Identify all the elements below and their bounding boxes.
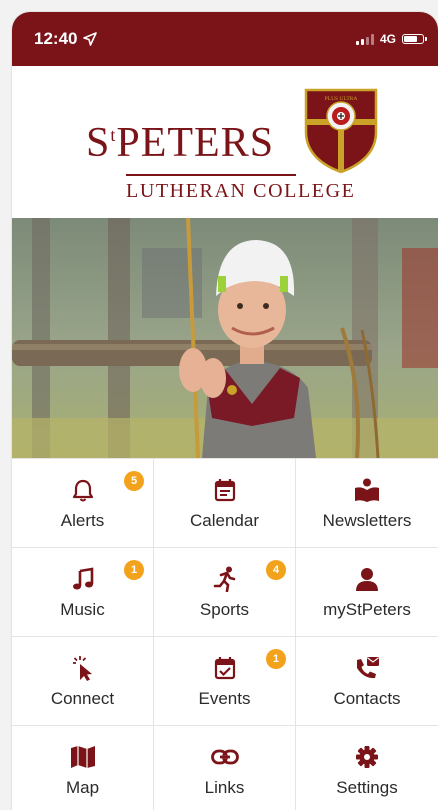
gear-icon [355, 744, 379, 770]
menu-tile-calendar[interactable]: Calendar [154, 459, 296, 548]
menu-tile-label: Links [204, 778, 245, 797]
menu-tile-alerts[interactable]: Alerts 5 [12, 459, 154, 548]
hero-photo [12, 218, 438, 458]
menu-tile-label: Sports [199, 600, 250, 619]
status-bar: 12:40 4G [12, 12, 438, 66]
pointer-click-icon [71, 655, 95, 681]
running-icon [213, 566, 237, 592]
menu-tile-label: myStPeters [323, 600, 411, 619]
music-note-icon [72, 566, 94, 592]
notification-badge: 5 [124, 471, 144, 491]
menu-tile-map[interactable]: Map [12, 726, 154, 810]
menu-tile-connect[interactable]: Connect [12, 637, 154, 726]
college-logo: StPETERS LUTHERAN COLLEGE PLUS ULTRA [12, 66, 438, 218]
notification-badge: 4 [266, 560, 286, 580]
link-icon [210, 744, 239, 770]
notification-badge: 1 [124, 560, 144, 580]
menu-tile-label: Events [198, 689, 251, 708]
menu-tile-links[interactable]: Links [154, 726, 296, 810]
menu-tile-newsletters[interactable]: Newsletters [296, 459, 438, 548]
logo-subtitle: LUTHERAN COLLEGE [126, 180, 356, 202]
map-icon [70, 744, 96, 770]
menu-tile-label: Music [60, 600, 105, 619]
menu-tile-label: Calendar [190, 511, 259, 530]
crest-motto: PLUS ULTRA [325, 96, 358, 102]
menu-tile-settings[interactable]: Settings [296, 726, 438, 810]
calendar-check-icon [214, 655, 236, 681]
calendar-icon [214, 477, 236, 503]
menu-tile-sports[interactable]: Sports 4 [154, 548, 296, 637]
menu-tile-label: Map [65, 778, 100, 797]
menu-tile-events[interactable]: Events 1 [154, 637, 296, 726]
book-reader-icon [354, 477, 380, 503]
phone-mail-icon [354, 655, 380, 681]
signal-icon [355, 33, 374, 45]
logo-divider [126, 174, 296, 176]
menu-tile-music[interactable]: Music 1 [12, 548, 154, 637]
battery-icon [402, 34, 427, 44]
menu-grid: Alerts 5 Calendar Newsletters Music 1 Sports 4 m… [12, 458, 438, 810]
notification-badge: 1 [266, 649, 286, 669]
menu-tile-label: Contacts [333, 689, 401, 708]
menu-tile-mystpeters[interactable]: myStPeters [296, 548, 438, 637]
menu-tile-contacts[interactable]: Contacts [296, 637, 438, 726]
menu-tile-label: Newsletters [322, 511, 412, 530]
network-label: 4G [379, 32, 396, 46]
logo-wordmark: StPETERS [86, 120, 275, 166]
menu-tile-label: Alerts [60, 511, 105, 530]
crest-icon: PLUS ULTRA [304, 88, 378, 174]
menu-tile-label: Settings [336, 778, 398, 797]
menu-tile-label: Connect [50, 689, 115, 708]
app-screen: 12:40 4G StPETERS LUTHERAN COLLEGE PLUS … [12, 12, 438, 810]
student-climbing-photo [12, 218, 438, 458]
user-icon [355, 566, 379, 592]
status-time: 12:40 [34, 29, 78, 48]
location-arrow-icon [83, 32, 98, 46]
bell-icon [72, 477, 94, 503]
